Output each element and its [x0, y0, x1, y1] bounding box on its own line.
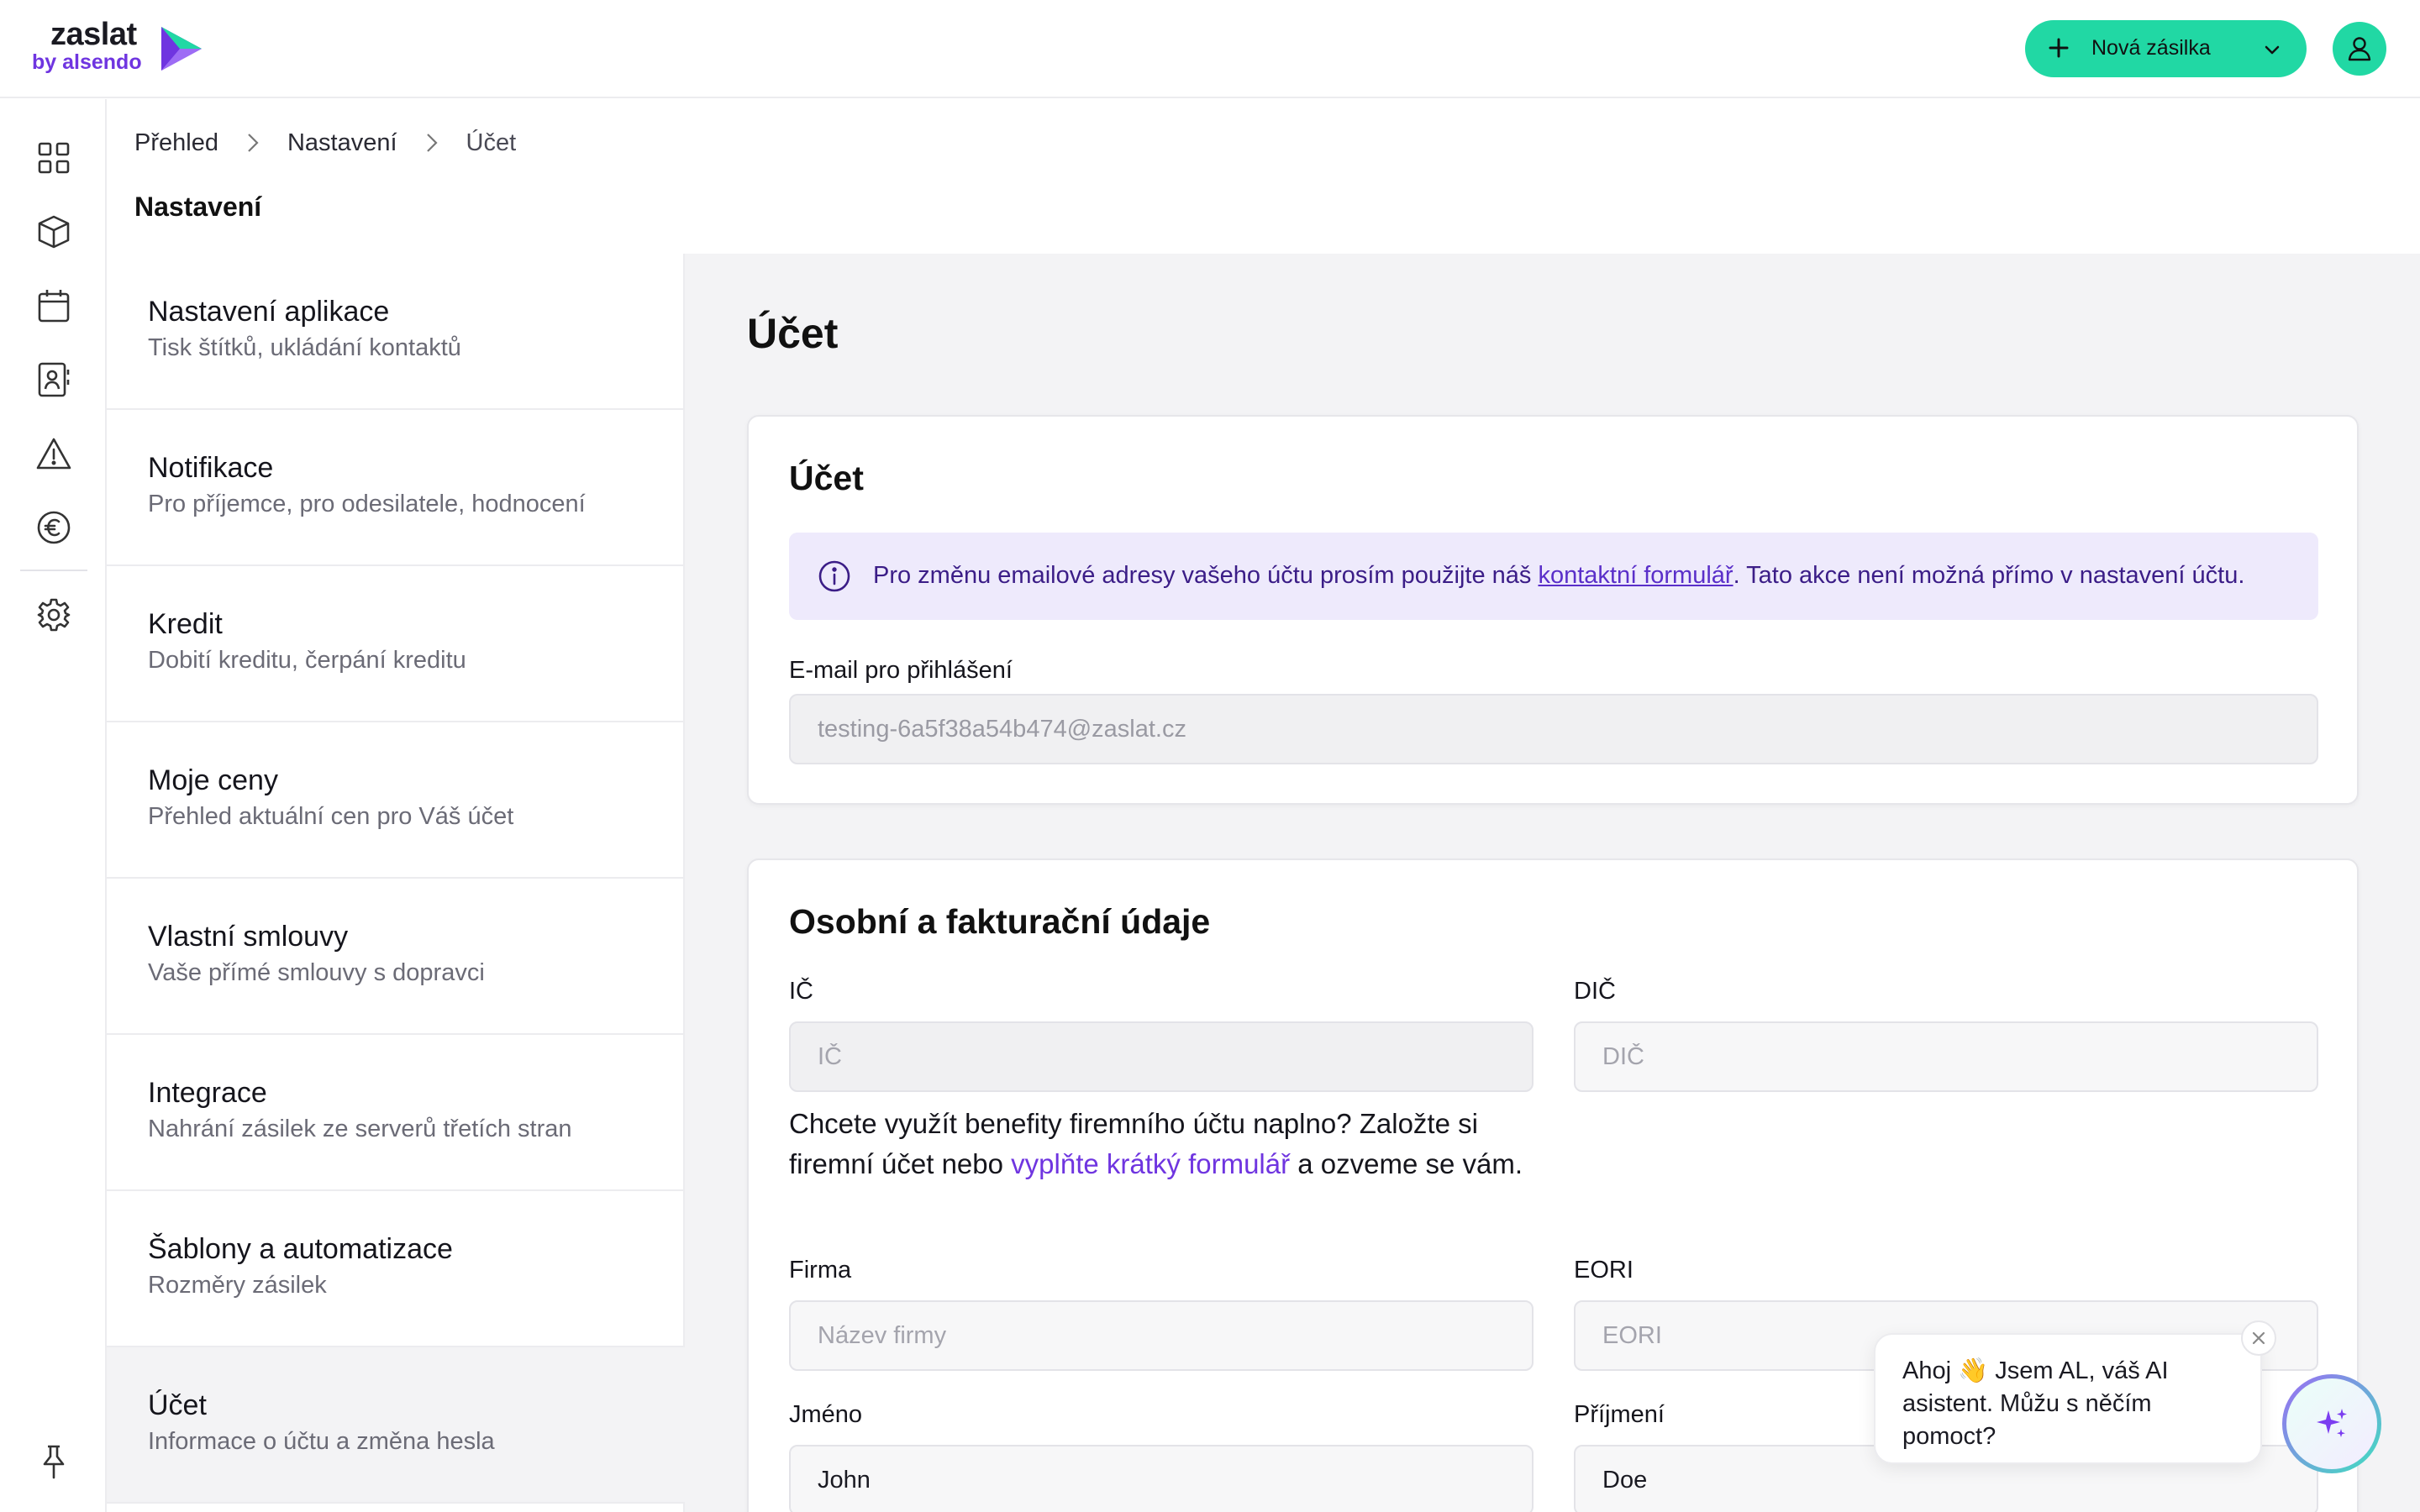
- new-shipment-button[interactable]: Nová zásilka: [2025, 20, 2307, 77]
- menu-item-subtitle: Rozměry zásilek: [148, 1272, 327, 1299]
- ai-chat-bubble[interactable]: Ahoj 👋 Jsem AL, váš AI asistent. Můžu s …: [1874, 1333, 2262, 1464]
- pin-icon: [43, 1445, 65, 1479]
- breadcrumb-item-settings[interactable]: Nastavení: [287, 129, 397, 157]
- menu-item-notifications[interactable]: Notifikace Pro příjemce, pro odesilatele…: [107, 410, 685, 566]
- company-label: Firma: [789, 1257, 852, 1284]
- ic-field[interactable]: [789, 1021, 1534, 1092]
- menu-item-my-prices[interactable]: Moje ceny Přehled aktuální cen pro Váš ú…: [107, 722, 685, 879]
- menu-item-title: Šablony a automatizace: [148, 1233, 453, 1265]
- dic-label: DIČ: [1574, 978, 1616, 1005]
- menu-item-title: Nastavení aplikace: [148, 296, 390, 328]
- grid-icon: [38, 142, 70, 174]
- info-icon: [818, 560, 850, 592]
- info-text-part: . Tato akce není možná přímo v nastavení…: [1733, 562, 2245, 589]
- dic-field[interactable]: [1574, 1021, 2318, 1092]
- close-icon: [2252, 1331, 2265, 1345]
- eori-label: EORI: [1574, 1257, 1634, 1284]
- promo-text-part: a ozveme se vám.: [1290, 1148, 1523, 1179]
- menu-item-subtitle: Pro příjemce, pro odesilatele, hodnocení: [148, 491, 586, 517]
- logo-byline: by alsendo: [32, 50, 142, 74]
- sparkles-icon: [2317, 1409, 2347, 1437]
- gear-icon: [37, 598, 71, 632]
- chevron-right-icon: [423, 130, 441, 155]
- user-icon: [2348, 37, 2371, 61]
- rail-dashboard-button[interactable]: [35, 139, 72, 176]
- plus-icon: [2049, 38, 2069, 58]
- user-avatar-button[interactable]: [2333, 22, 2386, 76]
- ai-assistant-inner: [2286, 1378, 2377, 1469]
- rail-settings-button[interactable]: [35, 596, 72, 633]
- contact-form-link[interactable]: kontaktní formulář: [1538, 562, 1733, 589]
- rail-finance-button[interactable]: [35, 509, 72, 546]
- menu-item-subtitle: Informace o účtu a změna hesla: [148, 1428, 495, 1455]
- breadcrumb-item-overview[interactable]: Přehled: [134, 129, 218, 157]
- new-shipment-label: Nová zásilka: [2091, 36, 2211, 60]
- menu-item-templates[interactable]: Šablony a automatizace Rozměry zásilek: [107, 1191, 685, 1347]
- first-name-field[interactable]: [789, 1445, 1534, 1512]
- menu-item-subtitle: Tisk štítků, ukládání kontaktů: [148, 334, 461, 361]
- last-name-label: Příjmení: [1574, 1401, 1665, 1428]
- settings-menu: Nastavení aplikace Tisk štítků, ukládání…: [107, 254, 685, 1512]
- rail-calendar-button[interactable]: [35, 287, 72, 324]
- ai-assistant-button[interactable]: [2282, 1374, 2381, 1473]
- menu-item-title: Integrace: [148, 1077, 267, 1109]
- logo[interactable]: zaslat by alsendo: [32, 17, 217, 77]
- warning-icon: [36, 438, 71, 470]
- info-alert: Pro změnu emailové adresy vašeho účtu pr…: [789, 533, 2318, 620]
- menu-item-own-contracts[interactable]: Vlastní smlouvy Vaše přímé smlouvy s dop…: [107, 879, 685, 1035]
- info-text-part: Pro změnu emailové adresy vašeho účtu pr…: [873, 562, 1539, 589]
- logo-wordmark: zaslat: [50, 17, 137, 52]
- menu-item-account[interactable]: Účet Informace o účtu a změna hesla: [107, 1347, 685, 1504]
- menu-item-subtitle: Dobití kreditu, čerpání kreditu: [148, 647, 466, 674]
- rail-divider: [20, 570, 87, 571]
- menu-item-title: Vlastní smlouvy: [148, 921, 349, 953]
- chat-close-button[interactable]: [2241, 1320, 2276, 1356]
- breadcrumb: Přehled Nastavení Účet: [134, 126, 516, 160]
- rail-contacts-button[interactable]: [35, 361, 72, 398]
- contacts-icon: [38, 362, 70, 397]
- calendar-icon: [38, 290, 70, 323]
- first-name-label: Jméno: [789, 1401, 863, 1428]
- menu-item-credit[interactable]: Kredit Dobití kreditu, čerpání kreditu: [107, 566, 685, 722]
- content-title: Účet: [747, 310, 839, 357]
- menu-item-subtitle: Vaše přímé smlouvy s dopravci: [148, 959, 485, 986]
- info-alert-text: Pro změnu emailové adresy vašeho účtu pr…: [873, 562, 2244, 590]
- rail-shipments-button[interactable]: [35, 213, 72, 250]
- menu-item-subtitle: Přehled aktuální cen pro Váš účet: [148, 803, 514, 830]
- breadcrumb-item-account: Účet: [466, 129, 517, 156]
- account-card-title: Účet: [789, 459, 864, 497]
- ai-chat-message: Ahoj 👋 Jsem AL, váš AI asistent. Můžu s …: [1902, 1357, 2169, 1450]
- chevron-down-icon[interactable]: [2262, 39, 2282, 60]
- email-field[interactable]: [789, 694, 2318, 764]
- euro-icon: [37, 511, 71, 544]
- rail-claims-button[interactable]: [35, 435, 72, 472]
- billing-card-title: Osobní a fakturační údaje: [789, 902, 1211, 941]
- account-card: Účet Pro změnu emailové adresy vašeho úč…: [747, 415, 2359, 805]
- ic-label: IČ: [789, 978, 813, 1005]
- menu-item-subtitle: Nahrání zásilek ze serverů třetích stran: [148, 1116, 572, 1142]
- icon-rail: [0, 99, 107, 1512]
- chevron-right-icon: [244, 130, 262, 155]
- top-header: zaslat by alsendo Nová zásilka: [0, 0, 2420, 98]
- menu-item-title: Kredit: [148, 608, 223, 640]
- page-title: Nastavení: [134, 192, 262, 222]
- email-label: E-mail pro přihlášení: [789, 657, 1013, 684]
- logo-play-icon: [161, 27, 202, 71]
- rail-pin-button[interactable]: [35, 1443, 72, 1480]
- menu-item-title: Moje ceny: [148, 764, 278, 796]
- menu-item-title: Notifikace: [148, 452, 274, 484]
- company-field[interactable]: [789, 1300, 1534, 1371]
- menu-item-title: Účet: [148, 1389, 207, 1421]
- menu-item-integrations[interactable]: Integrace Nahrání zásilek ze serverů tře…: [107, 1035, 685, 1191]
- package-icon: [38, 215, 70, 249]
- short-form-link[interactable]: vyplňte krátký formulář: [1011, 1148, 1290, 1179]
- menu-item-app-settings[interactable]: Nastavení aplikace Tisk štítků, ukládání…: [107, 254, 685, 410]
- business-account-promo: Chcete využít benefity firemního účtu na…: [789, 1104, 1537, 1184]
- settings-content: Účet Účet Pro změnu emailové adresy vaše…: [685, 254, 2420, 1512]
